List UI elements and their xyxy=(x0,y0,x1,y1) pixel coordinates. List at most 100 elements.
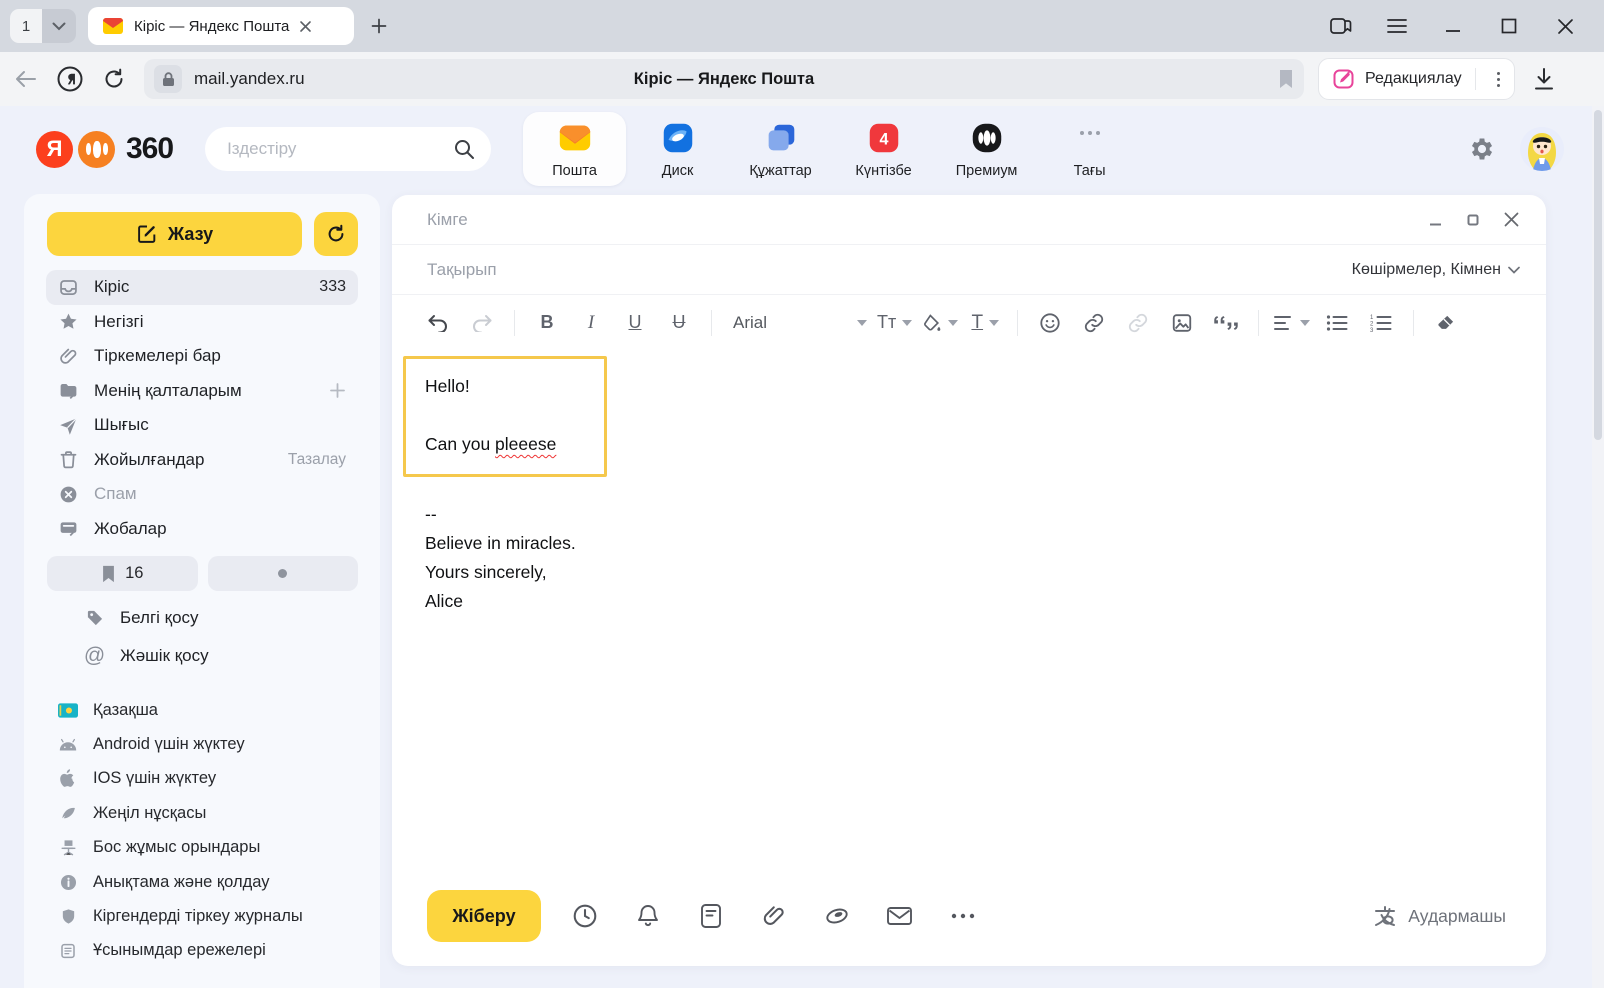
search-bar[interactable] xyxy=(205,127,491,171)
underline-button[interactable]: U xyxy=(613,306,657,340)
schedule-send-button[interactable] xyxy=(553,890,616,942)
sidebar-panels-button[interactable] xyxy=(1328,13,1354,39)
help-support-link[interactable]: Анықтама және қолдау xyxy=(46,865,358,899)
attach-file-button[interactable] xyxy=(742,890,805,942)
insert-link-button[interactable] xyxy=(1072,306,1116,340)
status-dot-pill[interactable] xyxy=(208,556,359,591)
sidebar-folder-main[interactable]: Негізгі xyxy=(46,305,358,340)
compose-button[interactable]: Жазу xyxy=(47,212,302,256)
folder-icon xyxy=(58,380,79,401)
emoji-button[interactable] xyxy=(1028,306,1072,340)
lock-icon[interactable] xyxy=(154,65,182,93)
service-more[interactable]: Тағы xyxy=(1038,112,1141,186)
paint-bucket-icon xyxy=(922,313,942,333)
sidebar-folder-sent[interactable]: Шығыс xyxy=(46,408,358,443)
yandex360-logo[interactable]: Я 360 xyxy=(36,131,173,168)
quote-button[interactable] xyxy=(1204,306,1248,340)
bullet-list-button[interactable] xyxy=(1315,306,1359,340)
light-version-link[interactable]: Жеңіл нұсқасы xyxy=(46,796,358,830)
back-button[interactable] xyxy=(8,61,44,97)
to-input[interactable] xyxy=(425,209,1428,231)
sidebar-folder-with-attachments[interactable]: Тіркемелері бар xyxy=(46,339,358,374)
clear-formatting-button[interactable] xyxy=(1424,306,1468,340)
language-link[interactable]: Қазақша xyxy=(46,693,358,727)
new-tab-button[interactable] xyxy=(362,9,396,43)
compose-minimize-button[interactable] xyxy=(1428,212,1443,227)
browser-menu-button[interactable] xyxy=(1384,13,1410,39)
add-tag-button[interactable]: Белгі қосу xyxy=(46,599,358,637)
tab-counter-button[interactable]: 1 xyxy=(10,9,42,43)
remove-link-button[interactable] xyxy=(1116,306,1160,340)
close-icon xyxy=(1503,211,1520,228)
active-tab[interactable]: Кіріс — Яндекс Пошта xyxy=(88,7,354,45)
cc-from-toggle[interactable]: Көшірмелер, Кімнен xyxy=(1352,261,1520,279)
bookmarks-pill[interactable]: 16 xyxy=(47,556,198,591)
font-size-dropdown[interactable]: Tт xyxy=(872,306,917,340)
edit-more-button[interactable] xyxy=(1489,72,1508,87)
font-family-dropdown[interactable]: Arial xyxy=(722,306,872,340)
recommendation-rules-link[interactable]: Ұсынымдар ережелері xyxy=(46,934,358,968)
window-minimize-button[interactable] xyxy=(1440,13,1466,39)
avatar[interactable] xyxy=(1520,127,1564,171)
compose-close-button[interactable] xyxy=(1503,211,1520,228)
subject-input[interactable] xyxy=(425,259,1352,281)
refresh-button[interactable] xyxy=(314,212,358,256)
scrollbar-thumb[interactable] xyxy=(1594,110,1602,440)
translator-button[interactable]: Аудармашы xyxy=(1372,903,1506,929)
search-input[interactable] xyxy=(225,138,453,160)
reload-button[interactable] xyxy=(96,61,132,97)
tab-list-chevron-button[interactable] xyxy=(42,9,76,43)
attach-from-mail-button[interactable] xyxy=(868,890,931,942)
window-close-button[interactable] xyxy=(1552,13,1578,39)
search-icon[interactable] xyxy=(453,138,475,160)
attach-from-disk-button[interactable] xyxy=(805,890,868,942)
sidebar-folder-inbox[interactable]: Кіріс 333 xyxy=(46,270,358,305)
page-scrollbar[interactable] xyxy=(1592,106,1604,988)
android-download-link[interactable]: Android үшін жүктеу xyxy=(46,727,358,761)
text-color-dropdown[interactable]: T xyxy=(963,306,1007,340)
notify-button[interactable] xyxy=(616,890,679,942)
service-premium[interactable]: Премиум xyxy=(935,112,1038,186)
sidebar-folder-spam[interactable]: Спам xyxy=(46,477,358,512)
vacancies-link[interactable]: Бос жұмыс орындары xyxy=(46,831,358,865)
sidebar-folder-trash[interactable]: Жойылғандар Тазалау xyxy=(46,443,358,478)
highlight-color-dropdown[interactable] xyxy=(917,306,963,340)
add-mailbox-button[interactable]: @ Жәшік қосу xyxy=(46,637,358,675)
sidebar-folder-my-folders[interactable]: Менің қалталарым xyxy=(46,374,358,409)
tab-close-icon[interactable] xyxy=(299,20,312,33)
strikethrough-button[interactable]: U xyxy=(657,306,701,340)
service-docs[interactable]: Құжаттар xyxy=(729,112,832,186)
settings-button[interactable] xyxy=(1468,135,1496,163)
compose-button-label: Жазу xyxy=(168,224,213,245)
ios-download-link[interactable]: IOS үшін жүктеу xyxy=(46,762,358,796)
highlighted-text-box[interactable]: Hello! Can you pleeese xyxy=(403,356,607,477)
yandex360-header: Я 360 Пошта Диск xyxy=(0,106,1604,192)
bookmark-flag-icon[interactable] xyxy=(1278,69,1294,89)
sidebar-folder-drafts[interactable]: Жобалар xyxy=(46,512,358,547)
align-dropdown[interactable] xyxy=(1269,306,1315,340)
clear-trash-button[interactable]: Тазалау xyxy=(288,451,346,469)
insert-image-button[interactable] xyxy=(1160,306,1204,340)
login-journal-link[interactable]: Кіргендерді тіркеу журналы xyxy=(46,899,358,933)
service-calendar[interactable]: 4 Күнтізбе xyxy=(832,112,935,186)
service-mail[interactable]: Пошта xyxy=(523,112,626,186)
send-button[interactable]: Жіберу xyxy=(427,890,541,942)
edit-page-button[interactable]: Редакциялау xyxy=(1318,58,1515,100)
compose-expand-button[interactable] xyxy=(1467,214,1479,226)
numbered-list-button[interactable]: 123 xyxy=(1359,306,1403,340)
downloads-button[interactable] xyxy=(1533,67,1555,91)
window-maximize-button[interactable] xyxy=(1496,13,1522,39)
more-options-button[interactable] xyxy=(931,890,994,942)
page-title: Кіріс — Яндекс Пошта xyxy=(144,70,1304,89)
service-disk[interactable]: Диск xyxy=(626,112,729,186)
address-bar[interactable]: mail.yandex.ru Кіріс — Яндекс Пошта xyxy=(144,59,1304,99)
undo-button[interactable] xyxy=(416,306,460,340)
message-body[interactable]: Hello! Can you pleeese -- Believe in mir… xyxy=(392,350,1546,876)
italic-button[interactable]: I xyxy=(569,306,613,340)
template-button[interactable] xyxy=(679,890,742,942)
bold-button[interactable]: B xyxy=(525,306,569,340)
add-folder-button[interactable] xyxy=(329,382,346,399)
redo-button[interactable] xyxy=(460,306,504,340)
plus-icon xyxy=(371,18,387,34)
yandex-browser-button[interactable] xyxy=(52,61,88,97)
